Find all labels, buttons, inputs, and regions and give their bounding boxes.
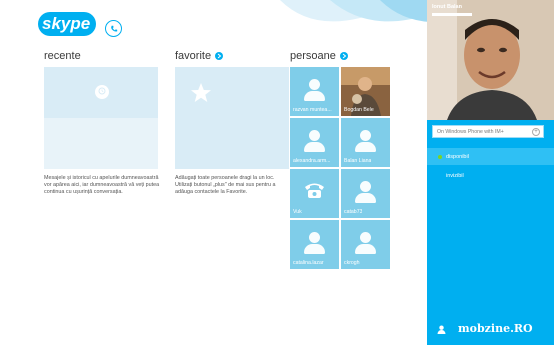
status-option-available[interactable]: disponibil — [438, 154, 469, 160]
contact-tile[interactable]: Bogdan Bele — [341, 67, 390, 116]
profile-photo[interactable] — [427, 0, 554, 120]
call-phone-button[interactable] — [105, 20, 122, 37]
section-title-people[interactable]: persoane — [290, 50, 348, 62]
status-option-invisible[interactable]: invizibil — [446, 173, 464, 179]
contact-tile[interactable]: Vuk — [290, 169, 339, 218]
contact-tile[interactable]: alexandra.arm... — [290, 118, 339, 167]
contact-tile[interactable]: catab73 — [341, 169, 390, 218]
avatar-body — [304, 91, 325, 101]
section-title-recent[interactable]: recente — [44, 50, 81, 62]
contact-tile[interactable]: ckrogh — [341, 220, 390, 269]
status-message-text: On Windows Phone with IM+ — [437, 128, 504, 135]
contact-name: Vuk — [293, 209, 302, 215]
recent-tile-lower — [44, 118, 158, 169]
contact-name: razvan munteа... — [293, 107, 332, 113]
recent-title-text: recente — [44, 50, 81, 62]
contact-tile[interactable]: razvan munteа... — [290, 67, 339, 116]
avatar-icon — [360, 181, 371, 192]
recent-description: Mesajele și istoricul cu apelurile dumne… — [44, 175, 160, 196]
avatar-icon — [309, 130, 320, 141]
avatar-body — [304, 244, 325, 254]
avatar-body — [304, 142, 325, 152]
contacts-icon[interactable] — [437, 325, 446, 334]
phone-icon — [110, 25, 117, 32]
skype-logo-text: skype — [42, 14, 91, 33]
avatar-body — [355, 142, 376, 152]
contact-name: catab73 — [344, 209, 363, 215]
contact-tile[interactable]: catalina.lazar — [290, 220, 339, 269]
profile-name: Ionut Balan — [432, 4, 462, 10]
favorites-description: Adăugați toate persoanele dragi la un lo… — [175, 175, 276, 196]
contact-name: alexandra.arm... — [293, 158, 331, 164]
avatar-body — [355, 244, 376, 254]
section-title-favorites[interactable]: favorite — [175, 50, 224, 62]
contact-name: catalina.lazar — [293, 260, 324, 266]
avatar-icon — [309, 79, 320, 90]
profile-picture — [427, 0, 554, 120]
online-dot-icon — [438, 155, 442, 159]
landline-phone-icon — [305, 183, 324, 198]
chat-bubble-icon — [95, 85, 109, 99]
status-option-label: disponibil — [446, 154, 469, 160]
add-icon[interactable]: + — [532, 128, 540, 136]
avatar-icon — [360, 130, 371, 141]
watermark: mobzine.RO — [458, 322, 533, 335]
contact-name: Balan Liana — [344, 158, 372, 164]
avatar-body — [355, 193, 376, 203]
contact-tile[interactable]: Balan Liana — [341, 118, 390, 167]
star-icon — [191, 83, 211, 102]
contact-name: Bogdan Bele — [344, 107, 374, 113]
avatar-icon — [360, 232, 371, 243]
status-option-label: invizibil — [446, 173, 464, 179]
background-swirl — [280, 0, 430, 22]
favorites-title-text: favorite — [175, 50, 212, 62]
avatar-icon — [309, 232, 320, 243]
favorites-arrow-icon — [215, 52, 224, 60]
people-arrow-icon — [339, 52, 348, 60]
status-message-input[interactable]: On Windows Phone with IM+ + — [432, 125, 544, 138]
profile-mood-bar — [432, 13, 472, 16]
contact-name: ckrogh — [344, 260, 360, 266]
people-title-text: persoane — [290, 50, 336, 62]
